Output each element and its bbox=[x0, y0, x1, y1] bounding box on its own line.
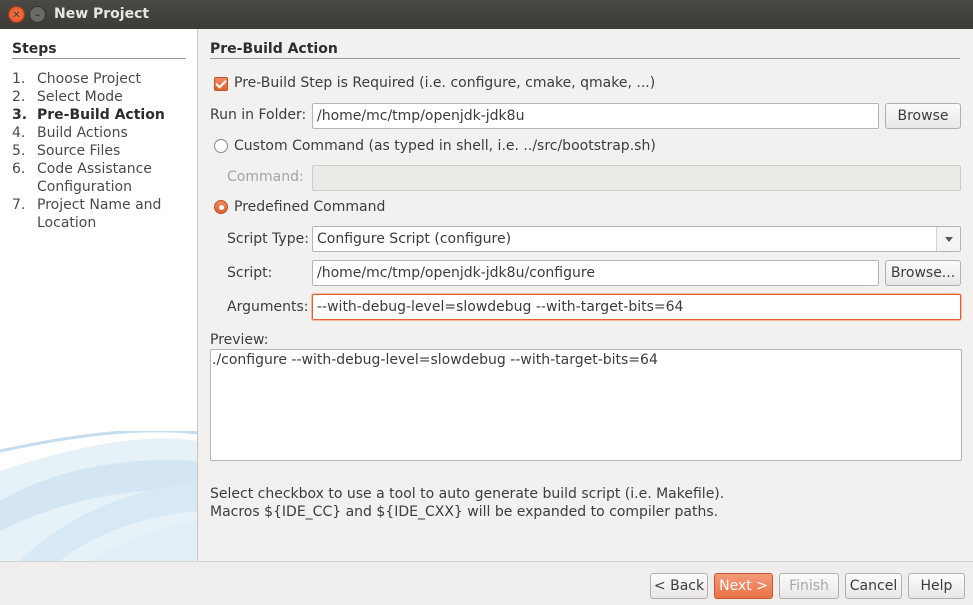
script-type-label: Script Type: bbox=[227, 231, 309, 247]
back-button[interactable]: < Back bbox=[650, 573, 708, 599]
preview-textarea[interactable]: ./configure --with-debug-level=slowdebug… bbox=[210, 349, 962, 461]
prebuild-required-checkbox[interactable] bbox=[214, 77, 228, 91]
close-window-icon[interactable]: ✕ bbox=[8, 6, 25, 23]
step-item: 1. Choose Project bbox=[12, 70, 187, 88]
step-item: 5. Source Files bbox=[12, 142, 187, 160]
predefined-command-radio[interactable] bbox=[214, 200, 228, 214]
step-label: Choose Project bbox=[37, 71, 142, 87]
arguments-label: Arguments: bbox=[227, 299, 309, 315]
command-input[interactable] bbox=[312, 165, 961, 191]
hint-text-line1: Select checkbox to use a tool to auto ge… bbox=[210, 486, 725, 502]
finish-button[interactable]: Finish bbox=[779, 573, 839, 599]
steps-sidebar: Steps 1. Choose Project 2. Select Mode 3. P… bbox=[0, 29, 198, 561]
chevron-down-icon[interactable] bbox=[936, 227, 960, 251]
hint-text-line2: Macros ${IDE_CC} and ${IDE_CXX} will be … bbox=[210, 504, 719, 520]
arguments-input[interactable]: --with-debug-level=slowdebug --with-targ… bbox=[312, 294, 961, 320]
main-panel: Pre-Build Action Pre-Build Step is Requi… bbox=[198, 29, 973, 561]
step-label: Select Mode bbox=[37, 89, 123, 105]
wizard-footer: < Back Next > Finish Cancel Help bbox=[0, 561, 973, 605]
script-input[interactable]: /home/mc/tmp/openjdk-jdk8u/configure bbox=[312, 260, 879, 286]
step-item: 6. Code Assistance Configuration bbox=[12, 160, 187, 196]
run-in-folder-label: Run in Folder: bbox=[210, 107, 307, 123]
step-label: Project Name and Location bbox=[37, 197, 162, 231]
help-button[interactable]: Help bbox=[908, 573, 965, 599]
minimize-window-icon[interactable]: – bbox=[29, 6, 46, 23]
script-type-select[interactable]: Configure Script (configure) bbox=[312, 226, 961, 252]
custom-command-radio[interactable] bbox=[214, 139, 228, 153]
step-label: Code Assistance Configuration bbox=[37, 161, 152, 195]
step-item: 2. Select Mode bbox=[12, 88, 187, 106]
cancel-button[interactable]: Cancel bbox=[845, 573, 902, 599]
window-titlebar: ✕ – New Project bbox=[0, 0, 973, 29]
window-title: New Project bbox=[54, 6, 150, 22]
script-label: Script: bbox=[227, 265, 273, 281]
step-label: Source Files bbox=[37, 143, 121, 159]
step-label: Pre-Build Action bbox=[37, 107, 165, 123]
step-item: 7. Project Name and Location bbox=[12, 196, 187, 232]
custom-command-label[interactable]: Custom Command (as typed in shell, i.e. … bbox=[234, 138, 656, 154]
step-item-current: 3. Pre-Build Action bbox=[12, 106, 187, 124]
step-label: Build Actions bbox=[37, 125, 128, 141]
decorative-wave-graphic bbox=[0, 431, 197, 561]
preview-label: Preview: bbox=[210, 332, 269, 348]
browse-script-button[interactable]: Browse... bbox=[885, 260, 961, 286]
script-type-value: Configure Script (configure) bbox=[317, 231, 512, 247]
command-label: Command: bbox=[227, 169, 304, 185]
steps-heading: Steps bbox=[12, 41, 186, 59]
browse-folder-button[interactable]: Browse bbox=[885, 103, 961, 129]
section-title: Pre-Build Action bbox=[210, 41, 960, 59]
steps-list: 1. Choose Project 2. Select Mode 3. Pre-Bui… bbox=[12, 70, 187, 232]
step-item: 4. Build Actions bbox=[12, 124, 187, 142]
prebuild-required-label[interactable]: Pre-Build Step is Required (i.e. configu… bbox=[234, 75, 655, 91]
run-in-folder-input[interactable]: /home/mc/tmp/openjdk-jdk8u bbox=[312, 103, 879, 129]
predefined-command-label[interactable]: Predefined Command bbox=[234, 199, 385, 215]
next-button[interactable]: Next > bbox=[714, 573, 773, 599]
